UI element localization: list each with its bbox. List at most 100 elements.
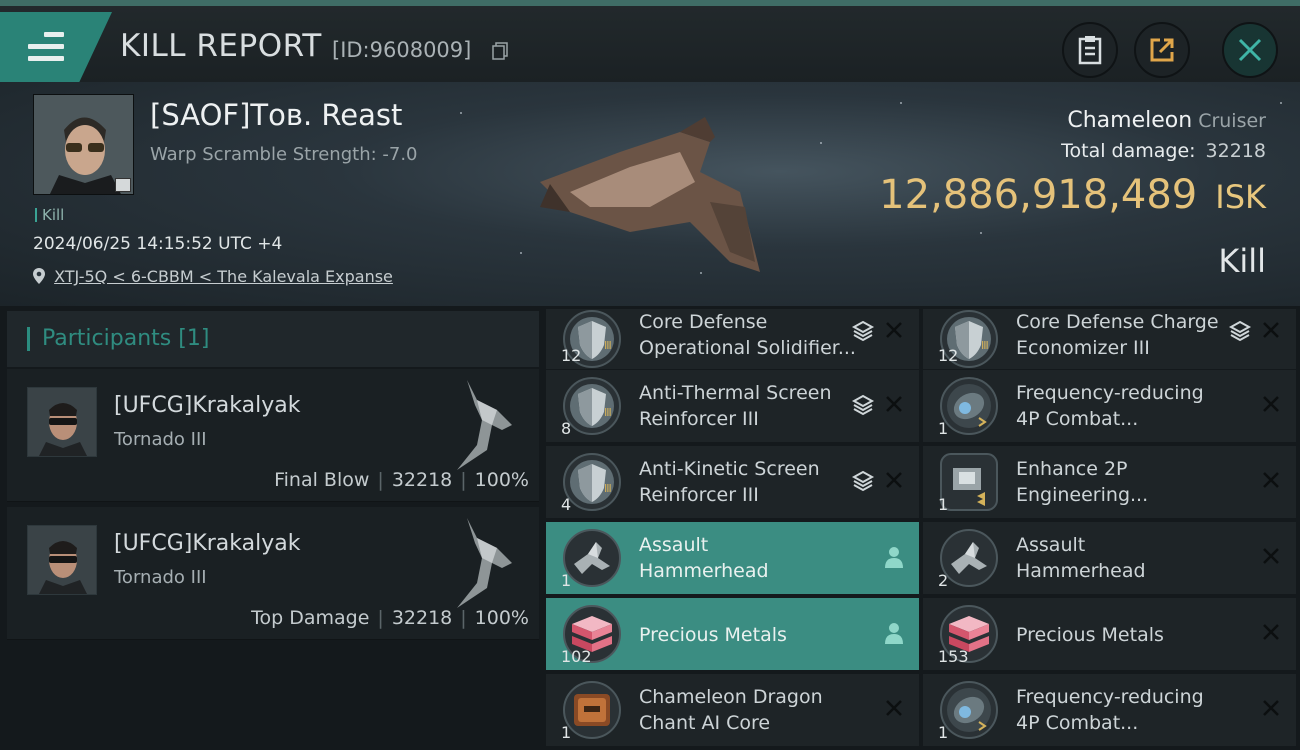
victim-ship-image[interactable]	[530, 112, 770, 282]
participant-percent: 100%	[474, 607, 529, 629]
page-title: KILL REPORT	[120, 28, 322, 64]
item-quantity: 153	[938, 647, 969, 666]
avatar-badge-icon	[115, 178, 131, 192]
close-icon	[1238, 38, 1262, 62]
clipboard-icon	[1078, 36, 1102, 65]
total-damage-value: 32218	[1205, 140, 1266, 162]
item-name: Enhance 2P Engineering...	[1016, 456, 1236, 508]
item-name-line1: Precious Metals	[639, 624, 787, 646]
item-name-line1: Frequency-reducing	[1016, 382, 1204, 404]
item-name: Core Defense Operational Solidifier...	[639, 309, 859, 361]
share-button[interactable]	[1134, 22, 1190, 78]
item-quantity: 12	[938, 346, 959, 365]
destroyed-x-icon	[886, 700, 902, 716]
destroyed-x-icon	[1263, 472, 1279, 488]
item-name-line1: Core Defense Charge	[1016, 311, 1219, 333]
item-row[interactable]: 1 Frequency-reducing 4P Combat...	[923, 370, 1296, 442]
item-name: Frequency-reducing 4P Combat...	[1016, 380, 1236, 432]
item-row[interactable]: 1 Assault Hammerhead	[546, 522, 919, 594]
victim-banner: [SAOF]Tов. Reast Warp Scramble Strength:…	[0, 82, 1300, 306]
item-name-line1: Chameleon Dragon	[639, 686, 823, 708]
item-name-line1: Frequency-reducing	[1016, 686, 1204, 708]
item-row[interactable]: 1 Enhance 2P Engineering...	[923, 446, 1296, 518]
stack-icon[interactable]	[851, 469, 875, 493]
item-row[interactable]: III 8 Anti-Thermal Screen Reinforcer III	[546, 370, 919, 442]
participant-role: Top Damage	[251, 607, 370, 629]
item-name-line2: Hammerhead	[639, 560, 769, 582]
participants-header: Participants [1]	[7, 311, 539, 367]
stack-icon[interactable]	[851, 319, 875, 343]
victim-ship-name[interactable]: Chameleon	[1067, 108, 1192, 133]
menu-button[interactable]	[0, 12, 112, 84]
participant-name: [UFCG]Krakalyak	[114, 393, 301, 418]
destroyed-x-icon	[1263, 548, 1279, 564]
participant-stats: Top Damage | 32218 | 100%	[251, 607, 529, 629]
copy-icon[interactable]	[492, 42, 508, 60]
participant-avatar[interactable]	[27, 387, 97, 457]
item-name-line1: Anti-Kinetic Screen	[639, 458, 820, 480]
share-icon	[1150, 38, 1174, 62]
report-id: [ID:9608009]	[332, 38, 472, 62]
participant-avatar[interactable]	[27, 525, 97, 595]
victim-ship-class: Cruiser	[1198, 110, 1266, 132]
item-quantity: 4	[561, 495, 572, 514]
item-quantity: 12	[561, 346, 582, 365]
participants-title: Participants [1]	[42, 326, 210, 351]
item-quantity: 1	[561, 571, 572, 590]
victim-ship-info: Chameleon Cruiser	[1067, 108, 1266, 133]
kill-location[interactable]: XTJ-5Q < 6-CBBM < The Kalevala Expanse	[33, 267, 393, 286]
destroyed-x-icon	[886, 322, 902, 338]
victim-name[interactable]: [SAOF]Tов. Reast	[150, 98, 402, 132]
header-bar: KILL REPORT [ID:9608009]	[0, 0, 1300, 84]
close-button[interactable]	[1222, 22, 1278, 78]
item-row[interactable]: 102 Precious Metals	[546, 598, 919, 670]
stack-icon[interactable]	[1228, 319, 1252, 343]
victim-avatar[interactable]	[33, 94, 134, 195]
participant-damage: 32218	[391, 607, 453, 629]
item-name-line1: Assault	[1016, 534, 1086, 556]
stack-icon[interactable]	[851, 393, 875, 417]
item-row[interactable]: III 12 Core Defense Operational Solidifier.…	[546, 309, 919, 369]
item-name: Precious Metals	[1016, 622, 1236, 648]
item-quantity: 1	[938, 723, 949, 742]
kill-datetime: 2024/06/25 14:15:52 UTC +4	[33, 234, 283, 254]
participant-ship: Tornado III	[114, 429, 207, 450]
isk-unit: ISK	[1215, 178, 1266, 216]
item-name: Anti-Thermal Screen Reinforcer III	[639, 380, 859, 432]
item-name: Assault Hammerhead	[639, 532, 859, 584]
item-name-line2: Chant AI Core	[639, 712, 771, 734]
item-row[interactable]: III 12 Core Defense Charge Economizer III	[923, 309, 1296, 369]
participant-role: Final Blow	[274, 469, 370, 491]
result-label: Kill	[1218, 242, 1266, 280]
participant-row[interactable]: [UFCG]Krakalyak Tornado III Top Damage | 3…	[7, 507, 539, 640]
item-name-line1: Precious Metals	[1016, 624, 1164, 646]
item-name-line2: 4P Combat...	[1016, 712, 1139, 734]
participant-percent: 100%	[474, 469, 529, 491]
destroyed-x-icon	[1263, 700, 1279, 716]
item-name-line2: Reinforcer III	[639, 484, 759, 506]
tier-badge: III	[604, 482, 612, 495]
item-name: Anti-Kinetic Screen Reinforcer III	[639, 456, 859, 508]
participant-row[interactable]: [UFCG]Krakalyak Tornado III Final Blow | 3…	[7, 369, 539, 502]
item-name-line1: Anti-Thermal Screen	[639, 382, 832, 404]
item-name: Assault Hammerhead	[1016, 532, 1236, 584]
item-row[interactable]: 2 Assault Hammerhead	[923, 522, 1296, 594]
item-name: Core Defense Charge Economizer III	[1016, 309, 1236, 361]
item-quantity: 1	[938, 419, 949, 438]
destroyed-x-icon	[1263, 322, 1279, 338]
participant-ship-image	[457, 518, 512, 608]
tier-badge: III	[604, 339, 612, 352]
item-row[interactable]: 1 Frequency-reducing 4P Combat...	[923, 674, 1296, 746]
item-row[interactable]: 153 Precious Metals	[923, 598, 1296, 670]
item-row[interactable]: III 4 Anti-Kinetic Screen Reinforcer III	[546, 446, 919, 518]
participant-damage: 32218	[391, 469, 453, 491]
location-link[interactable]: XTJ-5Q < 6-CBBM < The Kalevala Expanse	[54, 267, 393, 286]
item-name-line2: Engineering...	[1016, 484, 1149, 506]
item-row[interactable]: 1 Chameleon Dragon Chant AI Core	[546, 674, 919, 746]
tier-badge: III	[604, 406, 612, 419]
participant-ship-image	[457, 380, 512, 470]
tier-badge: III	[981, 339, 989, 352]
clipboard-button[interactable]	[1062, 22, 1118, 78]
item-name: Chameleon Dragon Chant AI Core	[639, 684, 859, 736]
item-name: Precious Metals	[639, 622, 859, 648]
